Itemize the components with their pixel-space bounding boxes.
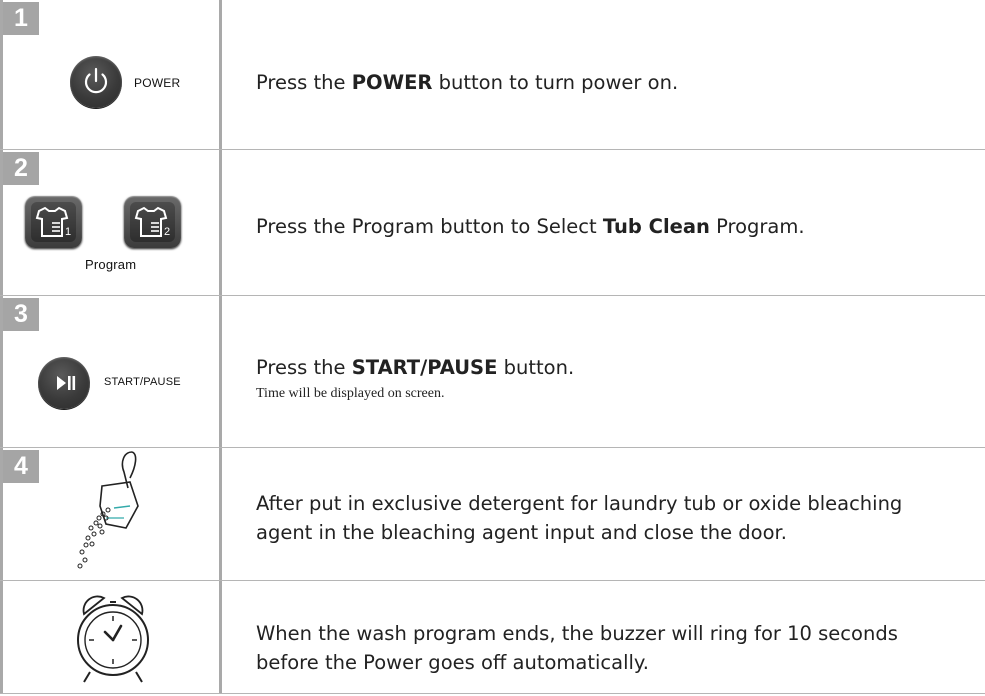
text-segment: button. (497, 356, 575, 379)
text-emphasis: Tub Clean (602, 215, 710, 238)
program-button-label: Program (85, 257, 137, 272)
text-line: When the wash program ends, the buzzer w… (256, 622, 898, 645)
start-pause-button[interactable] (38, 357, 90, 409)
text-emphasis: POWER (351, 71, 433, 94)
row-divider (0, 295, 985, 296)
alarm-clock-icon (77, 595, 149, 683)
step-2-description: Press the Program button to Select Tub C… (256, 212, 805, 241)
row-divider (0, 693, 985, 694)
text-line: before the Power goes off automatically. (256, 651, 649, 674)
shirt-icon (35, 206, 69, 237)
text-segment: Press the (256, 356, 352, 379)
step-5-description: When the wash program ends, the buzzer w… (256, 619, 898, 677)
start-pause-button-label: START/PAUSE (104, 376, 181, 388)
program-number: 1 (65, 226, 72, 238)
power-button[interactable] (70, 56, 122, 108)
program-1-button[interactable]: 1 (25, 196, 82, 248)
step-number-badge: 3 (3, 298, 39, 331)
power-icon (84, 67, 108, 94)
text-line: agent in the bleaching agent input and c… (256, 521, 787, 544)
step-number-badge: 1 (3, 2, 39, 35)
text-segment: Press the Program button to Select (256, 215, 603, 238)
text-emphasis: START/PAUSE (351, 356, 498, 379)
text-segment: Press the (256, 71, 352, 94)
step-3-description: Press the START/PAUSE button. (256, 353, 574, 382)
step-1-description: Press the POWER button to turn power on. (256, 68, 678, 97)
row-divider (0, 149, 985, 150)
step-number-badge: 4 (3, 450, 39, 483)
shirt-icon (134, 206, 168, 237)
step-number-badge: 2 (3, 152, 39, 185)
row-divider (0, 580, 985, 581)
text-segment: button to turn power on. (432, 71, 679, 94)
play-pause-icon (57, 376, 76, 390)
detergent-scoop-icon (77, 451, 139, 569)
text-segment: Program. (709, 215, 805, 238)
step-4-description: After put in exclusive detergent for lau… (256, 489, 902, 547)
program-number: 2 (164, 226, 171, 238)
text-line: After put in exclusive detergent for lau… (256, 492, 903, 515)
program-2-button[interactable]: 2 (124, 196, 181, 248)
power-button-label: POWER (134, 76, 181, 90)
step-3-note: Time will be displayed on screen. (256, 386, 445, 401)
